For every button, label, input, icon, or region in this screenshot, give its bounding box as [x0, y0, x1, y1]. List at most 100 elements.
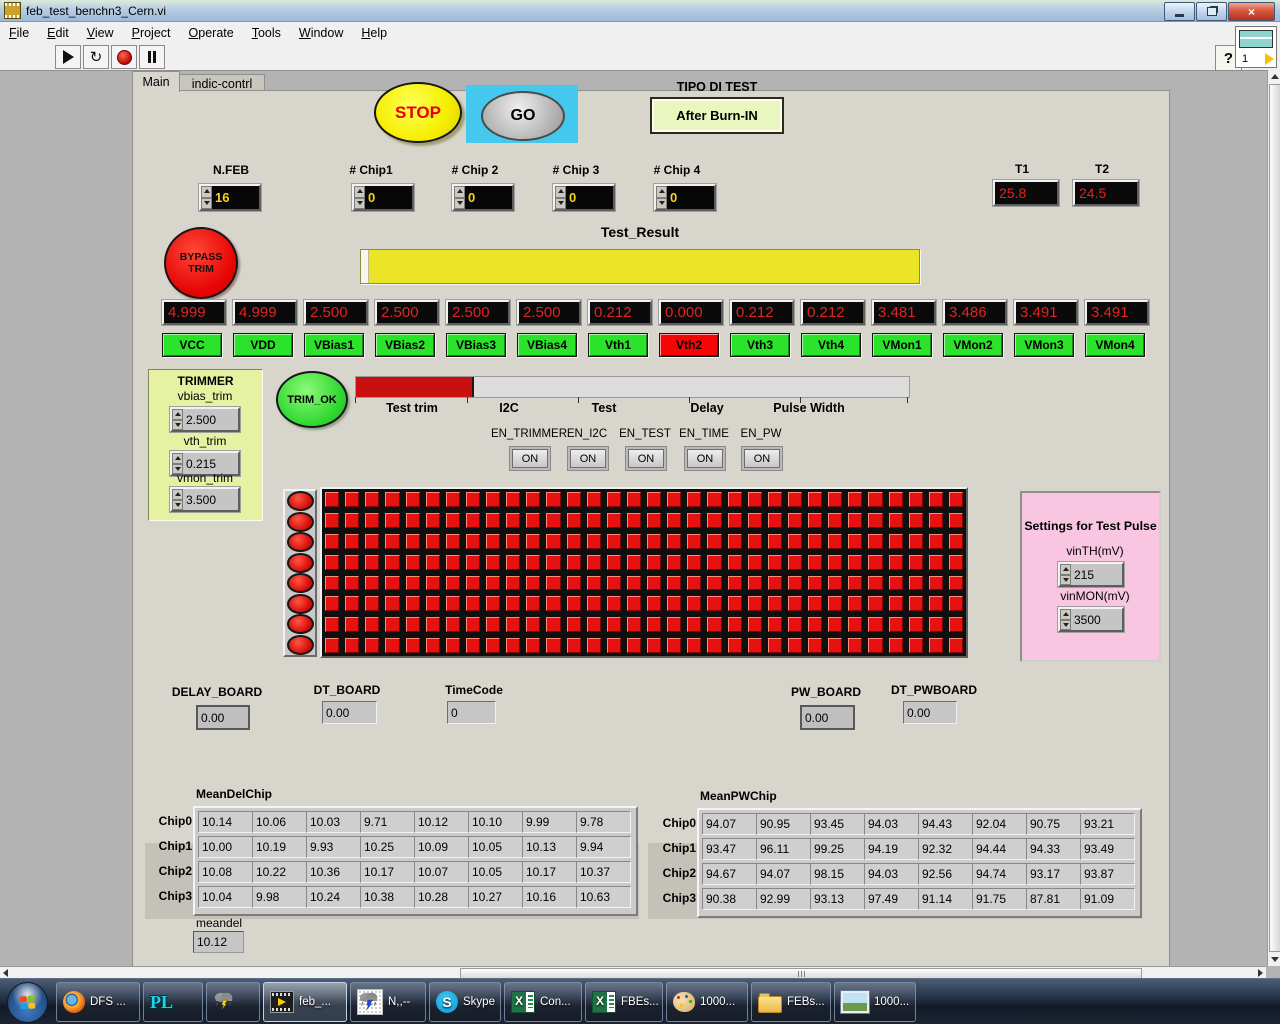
abort-button[interactable] — [111, 45, 137, 69]
trimmer-vmon-trim[interactable]: 3.500 — [169, 486, 241, 513]
counter-n-feb-spinner[interactable] — [201, 186, 212, 209]
taskbar-item-storm-app[interactable] — [206, 982, 260, 1022]
channel-led-r1-c20 — [724, 509, 745, 531]
scroll-down-arrow[interactable] — [1271, 957, 1279, 962]
enable-toggle-en-trimmer[interactable]: ON — [512, 449, 548, 468]
menu-file[interactable]: File — [0, 24, 38, 42]
menu-window[interactable]: Window — [290, 24, 352, 42]
taskbar-item-label: 1000... — [874, 996, 910, 1008]
go-button[interactable]: GO — [481, 91, 565, 141]
menu-project[interactable]: Project — [123, 24, 180, 42]
taskbar-item-excel-fbes[interactable]: FBEs... — [585, 982, 663, 1022]
taskbar-item-firefox-dfs[interactable]: DFS ... — [56, 982, 140, 1022]
scroll-left-arrow[interactable] — [3, 969, 8, 977]
taskbar-item-folder-febs[interactable]: FEBs... — [751, 982, 831, 1022]
counter-chip-2-decrement[interactable] — [454, 197, 465, 209]
bypass-trim-button[interactable]: BYPASS TRIM — [164, 227, 238, 299]
menu-view[interactable]: View — [78, 24, 123, 42]
testpulse-vinth-mv-increment[interactable] — [1060, 564, 1071, 575]
close-button[interactable]: × — [1228, 2, 1275, 21]
meanpw-cell-0-3: 94.03 — [864, 813, 919, 835]
counter-chip-2-increment[interactable] — [454, 186, 465, 198]
enable-toggle-en-test[interactable]: ON — [628, 449, 664, 468]
run-icon — [62, 50, 74, 64]
testpulse-vinth-mv[interactable]: 215 — [1057, 561, 1125, 588]
taskbar-item-excel-con[interactable]: Con... — [504, 982, 582, 1022]
trim-ok-button[interactable]: TRIM_OK — [276, 371, 348, 428]
enable-toggle-en-i2c[interactable]: ON — [570, 449, 606, 468]
window-titlebar: feb_test_benchn3_Cern.vi × — [0, 0, 1280, 22]
restore-button[interactable] — [1196, 2, 1227, 21]
testpulse-vinmon-mv-decrement[interactable] — [1060, 619, 1071, 630]
counter-chip1-increment[interactable] — [354, 186, 365, 198]
counter-chip-4-decrement[interactable] — [656, 197, 667, 209]
channel-led-r1-c21 — [744, 509, 765, 531]
testpulse-vinth-mv-value[interactable]: 215 — [1071, 564, 1122, 585]
counter-chip-3-decrement[interactable] — [555, 197, 566, 209]
testpulse-vinth-mv-spinner[interactable] — [1060, 564, 1071, 585]
testpulse-vinmon-mv-spinner[interactable] — [1060, 609, 1071, 630]
run-continuous-button[interactable]: ↻ — [83, 45, 109, 69]
counter-n-feb-decrement[interactable] — [201, 197, 212, 209]
scroll-up-arrow[interactable] — [1271, 74, 1279, 79]
counter-chip-4-spinner[interactable] — [656, 186, 667, 209]
testpulse-vinmon-mv-increment[interactable] — [1060, 609, 1071, 620]
meanpw-cell-1-1: 96.11 — [756, 838, 811, 860]
counter-n-feb[interactable]: 16 — [198, 183, 262, 212]
counter-chip-4[interactable]: 0 — [653, 183, 717, 212]
taskbar-item-skype-skype[interactable]: S Skype — [429, 982, 501, 1022]
trimmer-vmon-trim-value[interactable]: 3.500 — [183, 489, 238, 510]
test-result-label: Test_Result — [600, 224, 680, 240]
enable-toggle-en-time[interactable]: ON — [687, 449, 723, 468]
trimmer-vth-trim-increment[interactable] — [172, 453, 183, 464]
taskbar-item-storm-white-n[interactable]: N,,-- — [350, 982, 426, 1022]
testpulse-vinmon-mv-value[interactable]: 3500 — [1071, 609, 1122, 630]
counter-chip1-value[interactable]: 0 — [365, 186, 412, 209]
menu-edit[interactable]: Edit — [38, 24, 78, 42]
taskbar-item-label: DFS ... — [90, 996, 126, 1008]
menu-help[interactable]: Help — [352, 24, 396, 42]
trimmer-vmon-trim-decrement[interactable] — [172, 499, 183, 510]
testpulse-vinmon-mv[interactable]: 3500 — [1057, 606, 1125, 633]
counter-chip-3-increment[interactable] — [555, 186, 566, 198]
menu-tools[interactable]: Tools — [243, 24, 290, 42]
menu-operate[interactable]: Operate — [180, 24, 243, 42]
counter-chip-3[interactable]: 0 — [552, 183, 616, 212]
counter-chip1-decrement[interactable] — [354, 197, 365, 209]
tipo-di-test-selector[interactable]: After Burn-IN — [650, 97, 784, 134]
trimmer-vbias-trim-value[interactable]: 2.500 — [183, 409, 238, 430]
counter-chip-4-increment[interactable] — [656, 186, 667, 198]
tab-main[interactable]: Main — [132, 71, 180, 92]
trimmer-vbias-trim[interactable]: 2.500 — [169, 406, 241, 433]
counter-chip-2-value[interactable]: 0 — [465, 186, 512, 209]
counter-n-feb-increment[interactable] — [201, 186, 212, 198]
taskbar-item-photo-1000[interactable]: 1000... — [834, 982, 916, 1022]
taskbar-item-label: feb_... — [299, 996, 331, 1008]
trimmer-vmon-trim-spinner[interactable] — [172, 489, 183, 510]
taskbar-item-pl-app[interactable]: PL — [143, 982, 203, 1022]
testpulse-vinth-mv-decrement[interactable] — [1060, 574, 1071, 585]
trimmer-vbias-trim-spinner[interactable] — [172, 409, 183, 430]
enable-toggle-en-pw[interactable]: ON — [744, 449, 780, 468]
minimize-button[interactable] — [1164, 2, 1195, 21]
start-button[interactable] — [7, 982, 48, 1023]
trimmer-vmon-trim-increment[interactable] — [172, 489, 183, 500]
counter-chip-3-spinner[interactable] — [555, 186, 566, 209]
counter-chip1-spinner[interactable] — [354, 186, 365, 209]
run-button[interactable] — [55, 45, 81, 69]
counter-chip-2-spinner[interactable] — [454, 186, 465, 209]
counter-chip-3-value[interactable]: 0 — [566, 186, 613, 209]
vertical-scrollbar[interactable] — [1267, 70, 1280, 966]
trimmer-vbias-trim-decrement[interactable] — [172, 419, 183, 430]
stop-button[interactable]: STOP — [374, 82, 462, 143]
counter-n-feb-value[interactable]: 16 — [212, 186, 259, 209]
trimmer-vbias-trim-increment[interactable] — [172, 409, 183, 420]
pause-button[interactable] — [139, 45, 165, 69]
taskbar-item-paint-1000[interactable]: 1000... — [666, 982, 748, 1022]
counter-chip1[interactable]: 0 — [351, 183, 415, 212]
vertical-scroll-thumb[interactable] — [1269, 84, 1280, 952]
scroll-right-arrow[interactable] — [1258, 969, 1263, 977]
taskbar-item-labview-feb[interactable]: feb_... — [263, 982, 347, 1022]
counter-chip-4-value[interactable]: 0 — [667, 186, 714, 209]
counter-chip-2[interactable]: 0 — [451, 183, 515, 212]
